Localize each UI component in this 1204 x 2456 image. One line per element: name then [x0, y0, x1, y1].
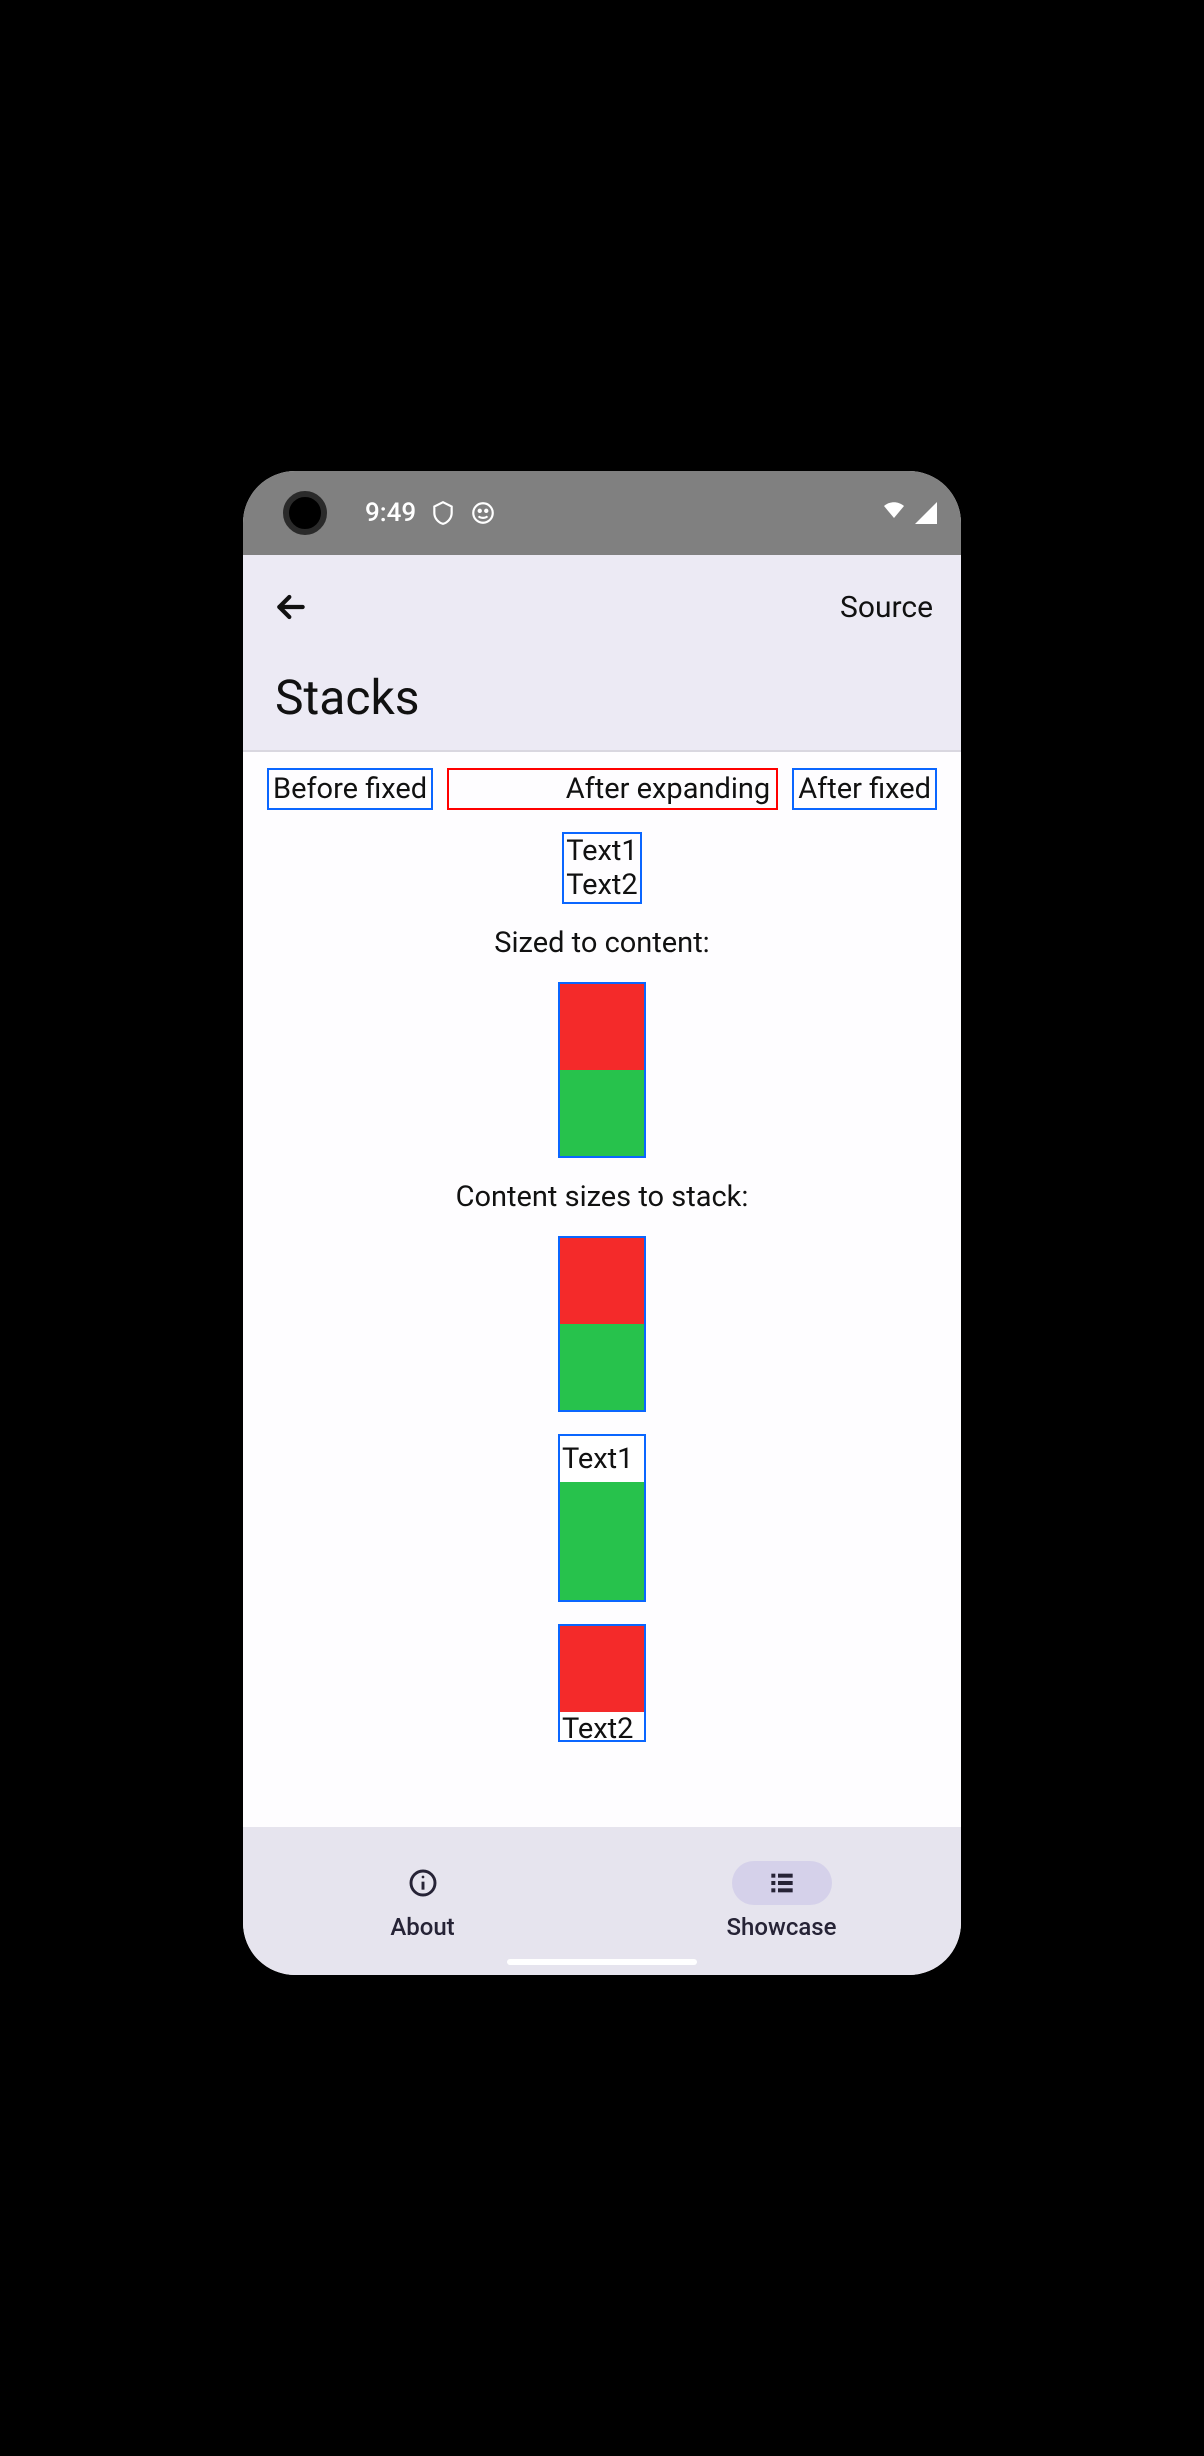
text-green-stack: Text1	[558, 1434, 646, 1602]
after-fixed-box: After fixed	[792, 768, 937, 810]
bottom-nav: About Showcase	[243, 1827, 961, 1975]
app-bar-top: Source	[271, 581, 933, 633]
signal-icon	[915, 502, 937, 524]
text-block: Text1	[560, 1436, 644, 1482]
nav-label: About	[390, 1913, 454, 1941]
camera-hole	[283, 491, 327, 535]
red-block	[560, 1626, 644, 1712]
status-time: 9:49	[365, 498, 416, 528]
info-icon	[373, 1861, 473, 1905]
text-stack-item: Text2	[564, 868, 639, 902]
list-icon	[732, 1861, 832, 1905]
nav-showcase[interactable]: Showcase	[602, 1861, 961, 1941]
text-stack-item: Text1	[564, 834, 639, 868]
nav-label: Showcase	[727, 1913, 837, 1941]
before-fixed-box: Before fixed	[267, 768, 433, 810]
red-text-stack-partial: Text2	[558, 1624, 646, 1742]
label-sized-to-content: Sized to content:	[494, 926, 709, 960]
app-bar: Source Stacks	[243, 555, 961, 752]
face-icon	[470, 500, 496, 526]
green-block	[560, 1070, 644, 1156]
gesture-handle[interactable]	[507, 1959, 697, 1965]
row-demo: Before fixed After expanding After fixed	[267, 768, 937, 810]
device-frame: 9:49 Source	[217, 443, 987, 2013]
status-bar: 9:49	[243, 471, 961, 555]
shield-icon	[430, 500, 456, 526]
wifi-icon	[879, 498, 909, 529]
red-block	[560, 984, 644, 1070]
status-right	[879, 498, 937, 529]
nav-about[interactable]: About	[243, 1861, 602, 1941]
text-block-cut: Text2	[560, 1712, 644, 1740]
status-left: 9:49	[365, 498, 496, 528]
back-button[interactable]	[271, 587, 311, 627]
screen: 9:49 Source	[243, 471, 961, 1975]
color-stack-1	[558, 982, 646, 1158]
page-title: Stacks	[275, 669, 933, 726]
green-block	[560, 1482, 644, 1600]
text-stack: Text1 Text2	[562, 832, 641, 904]
content-area[interactable]: Before fixed After expanding After fixed…	[243, 752, 961, 1827]
after-expanding-box: After expanding	[447, 768, 778, 810]
red-block	[560, 1238, 644, 1324]
label-content-sizes-to-stack: Content sizes to stack:	[456, 1180, 749, 1214]
source-link[interactable]: Source	[840, 590, 933, 625]
green-block	[560, 1324, 644, 1410]
color-stack-2	[558, 1236, 646, 1412]
